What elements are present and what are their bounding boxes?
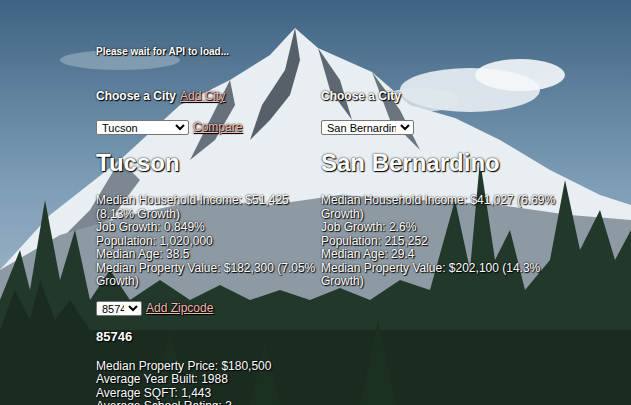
zipcode-stat: Average SQFT: 1,443 [96,387,321,401]
city-name: Tucson [96,149,321,177]
city-panel: Choose a CityAdd CityTucsonCompareTucson… [96,58,321,405]
city-stat: Median Property Value: $202,100 (14.3% G… [321,262,556,289]
zipcode-select-row: 85746 Add Zipcode [96,301,321,316]
city-stats: Median Household Income: $51,425 (8.13% … [96,194,321,289]
city-stat: Median Household Income: $51,425 (8.13% … [96,194,321,221]
city-stat: Population: 215,252 [321,235,556,249]
status-message: Please wait for API to load... [96,46,631,58]
city-stat: Job Growth: 0.849% [96,221,321,235]
city-stat: Median Household Income: $41,027 (6.69% … [321,194,556,221]
zipcode-stat: Median Property Price: $180,500 [96,360,321,374]
compare-link[interactable]: Compare [193,120,242,135]
choose-city-row: Choose a City Add City [96,89,321,103]
zipcode-stats: Median Property Price: $180,500Average Y… [96,360,321,405]
city-select-row: San Bernardino [321,120,556,135]
city-name: San Bernardino [321,149,556,177]
city-stat: Median Age: 38.5 [96,248,321,262]
zipcode-stat: Average Year Built: 1988 [96,373,321,387]
zipcode-select[interactable]: 85746 [96,301,142,316]
city-stat: Job Growth: 2.6% [321,221,556,235]
city-stat: Median Age: 29.4 [321,248,556,262]
zipcode-stat: Average School Rating: 3 [96,400,321,405]
city-stat: Population: 1,020,000 [96,235,321,249]
city-select-row: Tucson Compare [96,120,321,135]
zipcode-title: 85746 [96,329,321,345]
city-stats: Median Household Income: $41,027 (6.69% … [321,194,556,289]
city-select[interactable]: Tucson [96,120,189,135]
choose-city-label: Choose a City [321,89,401,103]
city-stat: Median Property Value: $182,300 (7.05% G… [96,262,321,289]
city-panel: Choose a City San Bernardino San Bernardin… [321,58,556,405]
choose-city-row: Choose a City [321,89,556,103]
add-zipcode-link[interactable]: Add Zipcode [146,301,213,316]
page: Please wait for API to load...Choose a C… [0,0,631,405]
choose-city-label: Choose a City [96,89,176,103]
city-columns: Choose a CityAdd CityTucsonCompareTucson… [96,58,631,405]
city-select[interactable]: San Bernardino [321,120,414,135]
add-city-link[interactable]: Add City [180,89,225,103]
